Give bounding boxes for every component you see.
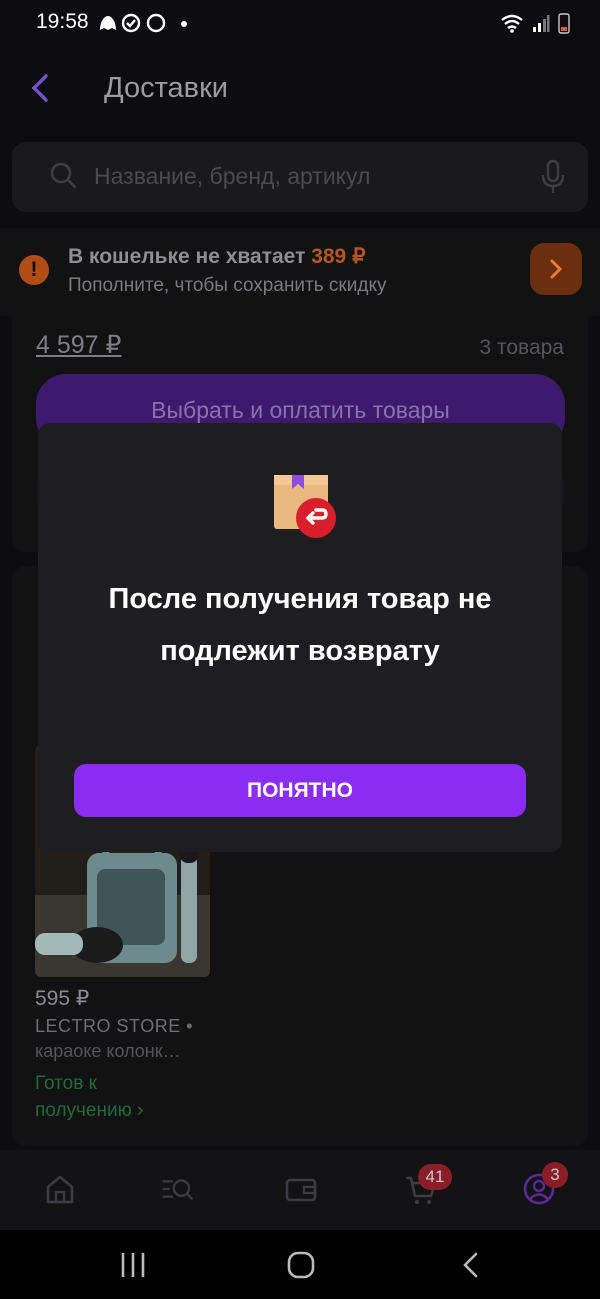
select-and-pay-label: Выбрать и оплатить товары <box>151 397 450 423</box>
battery-icon <box>558 13 570 34</box>
recent-apps-icon[interactable] <box>118 1250 148 1280</box>
search-icon <box>50 162 76 188</box>
product-price: 595 ₽ <box>35 987 90 1010</box>
product-status-link[interactable]: Готов к получению › <box>35 1070 215 1124</box>
profile-badge: 3 <box>542 1162 568 1188</box>
wallet-icon[interactable] <box>284 1172 318 1206</box>
box-return-icon <box>274 475 336 538</box>
microphone-icon[interactable] <box>540 159 566 195</box>
wallet-banner-go-button[interactable] <box>530 243 582 295</box>
status-bar: 19:58 <box>0 0 600 46</box>
cart-badge: 41 <box>418 1164 452 1190</box>
search-input[interactable]: Название, бренд, артикул <box>94 163 370 190</box>
notification-icons <box>98 12 208 39</box>
wallet-banner-subtitle: Пополните, чтобы сохранить скидку <box>68 275 387 296</box>
ok-button[interactable]: ПОНЯТНО <box>74 764 526 817</box>
snapchat-icon <box>100 16 116 30</box>
status-time: 19:58 <box>36 10 89 33</box>
wallet-banner-title-text: В кошельке не хватает <box>68 245 306 268</box>
no-return-dialog: После получения товар не подлежит возврат… <box>38 423 562 852</box>
catalog-search-icon[interactable] <box>161 1172 195 1206</box>
order-item-count: 3 товара <box>479 336 564 359</box>
status-right <box>500 12 570 34</box>
wifi-icon <box>501 14 523 33</box>
status-app-icons <box>100 13 187 33</box>
product-name: караоке колонк… <box>35 1041 181 1061</box>
order-total-price: 4 597 ₽ <box>36 331 122 359</box>
whatsapp-icon <box>146 13 166 33</box>
back-button[interactable] <box>28 70 58 106</box>
search-bar[interactable]: Название, бренд, артикул <box>12 142 588 212</box>
system-navigation <box>0 1230 600 1299</box>
wallet-banner-title: В кошельке не хватает 389 ₽ <box>68 244 365 269</box>
dialog-headline: После получения товар не подлежит возврат… <box>108 583 492 667</box>
page-title: Доставки <box>104 72 228 104</box>
wallet-missing-amount: 389 ₽ <box>311 245 366 268</box>
wallet-banner[interactable]: ! В кошельке не хватает 389 ₽ Пополните,… <box>0 228 600 316</box>
dot-icon <box>181 21 187 27</box>
product-store: LECTRO STORE • <box>35 1016 193 1036</box>
bottom-navigation: 41 3 <box>0 1150 600 1230</box>
home-button-icon[interactable] <box>286 1250 316 1280</box>
signal-icon <box>533 15 550 32</box>
chevron-right-icon <box>550 259 563 279</box>
warning-icon: ! <box>19 255 49 285</box>
chevron-left-icon <box>31 74 48 102</box>
home-icon[interactable] <box>43 1172 77 1206</box>
check-mark-icon <box>126 19 136 28</box>
system-back-icon[interactable] <box>456 1250 486 1280</box>
